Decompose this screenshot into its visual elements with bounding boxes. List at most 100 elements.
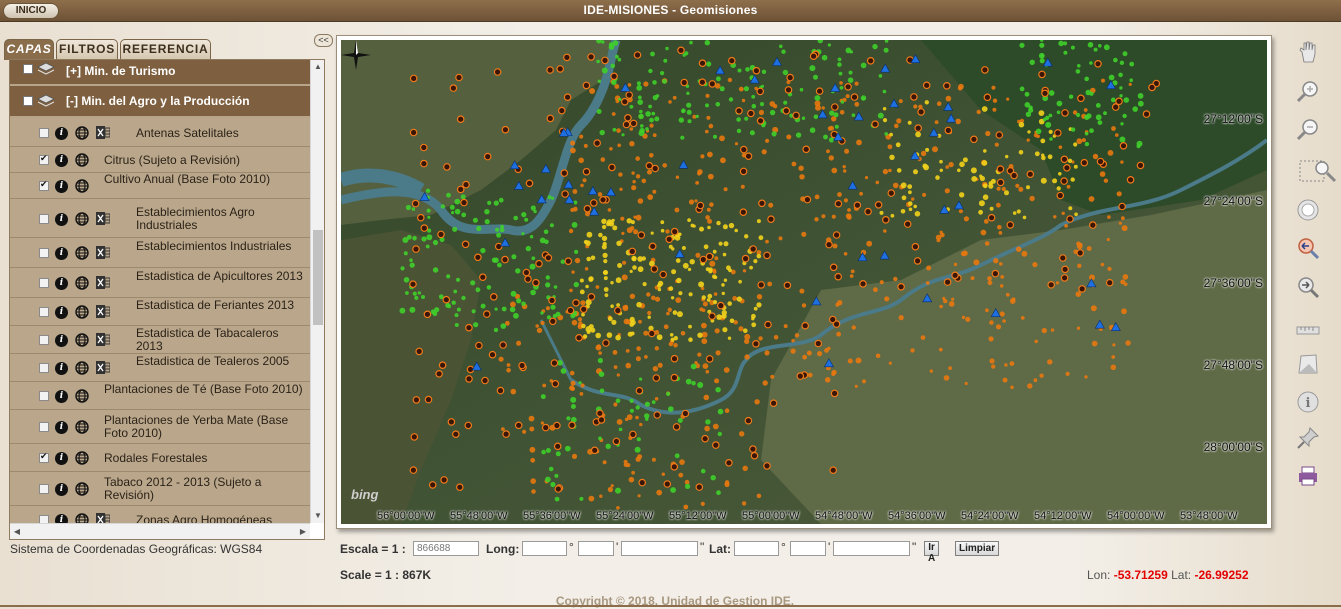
- layer-row[interactable]: i Estadistica de Apicultores 2013: [10, 268, 310, 298]
- globe-icon[interactable]: [75, 212, 89, 226]
- excel-icon[interactable]: [96, 305, 110, 318]
- globe-icon[interactable]: [75, 126, 89, 140]
- excel-icon[interactable]: [96, 212, 110, 225]
- scroll-right-icon[interactable]: ▶: [296, 524, 310, 539]
- tab-referencia[interactable]: REFERENCIA: [120, 39, 211, 59]
- group-checkbox[interactable]: [23, 64, 33, 74]
- scale-input[interactable]: [413, 541, 479, 556]
- globe-icon[interactable]: [75, 276, 89, 290]
- globe-icon[interactable]: [75, 179, 89, 193]
- zoom-in-icon[interactable]: [1296, 80, 1320, 104]
- globe-icon[interactable]: [75, 246, 89, 260]
- zoom-box-icon[interactable]: [1298, 158, 1338, 184]
- layer-list-scrollbar[interactable]: ▲ ▼: [310, 60, 324, 523]
- scroll-thumb[interactable]: [313, 230, 323, 325]
- full-extent-icon[interactable]: [1296, 198, 1320, 222]
- info-icon[interactable]: i: [55, 362, 68, 375]
- info-icon[interactable]: i: [55, 127, 68, 140]
- excel-icon[interactable]: [96, 126, 110, 139]
- scroll-left-icon[interactable]: ◀: [10, 524, 24, 539]
- info-icon[interactable]: i: [55, 277, 68, 290]
- zoom-out-icon[interactable]: [1296, 118, 1320, 142]
- layer-checkbox[interactable]: [39, 128, 49, 138]
- excel-icon[interactable]: [96, 246, 110, 259]
- lat-seconds-input[interactable]: [833, 541, 910, 556]
- layer-checkbox[interactable]: [39, 391, 49, 401]
- long-minutes-input[interactable]: [578, 541, 614, 556]
- info-icon[interactable]: i: [55, 213, 68, 226]
- layer-list-hscrollbar[interactable]: ◀ ▶: [10, 523, 310, 539]
- group-agro[interactable]: [-] Min. del Agro y la Producción: [10, 86, 310, 116]
- layer-row[interactable]: i Citrus (Sujeto a Revisión): [10, 147, 310, 173]
- scroll-up-icon[interactable]: ▲: [311, 60, 324, 74]
- layer-row[interactable]: i Tabaco 2012 - 2013 (Sujeto a Revisión): [10, 472, 310, 506]
- layer-checkbox[interactable]: [39, 307, 49, 317]
- layer-checkbox[interactable]: [39, 451, 49, 463]
- area-icon[interactable]: [1296, 352, 1320, 376]
- layer-checkbox[interactable]: [39, 179, 49, 191]
- layer-row[interactable]: i Cultivo Anual (Base Foto 2010): [10, 173, 310, 199]
- info-icon[interactable]: i: [55, 334, 68, 347]
- pan-icon[interactable]: [1296, 40, 1320, 64]
- layer-row[interactable]: i Rodales Forestales: [10, 444, 310, 472]
- excel-icon[interactable]: [96, 333, 110, 346]
- info-icon[interactable]: i: [55, 247, 68, 260]
- layer-checkbox[interactable]: [39, 422, 49, 432]
- excel-icon[interactable]: [96, 513, 110, 523]
- layer-checkbox[interactable]: [39, 248, 49, 258]
- layer-checkbox[interactable]: [39, 484, 49, 494]
- scroll-down-icon[interactable]: ▼: [311, 509, 324, 523]
- globe-icon[interactable]: [75, 389, 89, 403]
- layer-row[interactable]: i Plantaciones de Yerba Mate (Base Foto 2…: [10, 410, 310, 444]
- info-icon[interactable]: i: [55, 514, 68, 523]
- go-to-button[interactable]: Ir A: [924, 541, 940, 564]
- layer-checkbox[interactable]: [39, 335, 49, 345]
- globe-icon[interactable]: [75, 482, 89, 496]
- info-icon[interactable]: i: [55, 306, 68, 319]
- globe-icon[interactable]: [75, 305, 89, 319]
- group-turismo[interactable]: [+] Min. de Turismo: [10, 60, 310, 84]
- info-icon[interactable]: i: [55, 154, 68, 167]
- layer-row[interactable]: i Zonas Agro Homogéneas: [10, 506, 310, 523]
- tab-capas[interactable]: CAPAS: [4, 39, 54, 60]
- layer-row[interactable]: i Establecimientos Agro Industriales: [10, 199, 310, 238]
- tab-filtros[interactable]: FILTROS: [56, 39, 118, 59]
- globe-icon[interactable]: [75, 333, 89, 347]
- layer-row[interactable]: i Plantaciones de Té (Base Foto 2010): [10, 382, 310, 410]
- layer-checkbox[interactable]: [39, 363, 49, 373]
- layer-row[interactable]: i Estadistica de Tealeros 2005: [10, 354, 310, 382]
- info-icon[interactable]: i: [55, 452, 68, 465]
- info-icon[interactable]: i: [55, 180, 68, 193]
- layer-row[interactable]: i Establecimientos Industriales: [10, 238, 310, 268]
- lat-degrees-input[interactable]: [734, 541, 779, 556]
- pin-icon[interactable]: [1296, 426, 1320, 450]
- info-icon[interactable]: i: [55, 421, 68, 434]
- collapse-panel-button[interactable]: <<: [314, 34, 333, 47]
- excel-icon[interactable]: [96, 276, 110, 289]
- globe-icon[interactable]: [75, 451, 89, 465]
- map-canvas[interactable]: 27°12'00"S 27°24'00"S 27°36'00"S 27°48'0…: [341, 40, 1267, 524]
- zoom-next-icon[interactable]: [1296, 276, 1320, 300]
- print-icon[interactable]: [1296, 464, 1320, 488]
- identify-icon[interactable]: i: [1296, 390, 1320, 414]
- layer-row[interactable]: i Antenas Satelitales: [10, 118, 310, 147]
- layer-checkbox[interactable]: [39, 214, 49, 224]
- globe-icon[interactable]: [75, 513, 89, 523]
- layer-checkbox[interactable]: [39, 153, 49, 165]
- clear-button[interactable]: Limpiar: [955, 541, 1000, 556]
- globe-icon[interactable]: [75, 420, 89, 434]
- long-degrees-input[interactable]: [522, 541, 567, 556]
- excel-icon[interactable]: [96, 361, 110, 374]
- layer-row[interactable]: i Estadistica de Feriantes 2013: [10, 298, 310, 326]
- measure-icon[interactable]: [1296, 318, 1320, 342]
- info-icon[interactable]: i: [55, 390, 68, 403]
- lat-minutes-input[interactable]: [790, 541, 826, 556]
- layer-checkbox[interactable]: [39, 278, 49, 288]
- long-seconds-input[interactable]: [621, 541, 698, 556]
- globe-icon[interactable]: [75, 153, 89, 167]
- group-checkbox[interactable]: [23, 96, 33, 106]
- info-icon[interactable]: i: [55, 483, 68, 496]
- zoom-previous-icon[interactable]: [1296, 237, 1320, 261]
- globe-icon[interactable]: [75, 361, 89, 375]
- layer-row[interactable]: i Estadistica de Tabacaleros 2013: [10, 326, 310, 354]
